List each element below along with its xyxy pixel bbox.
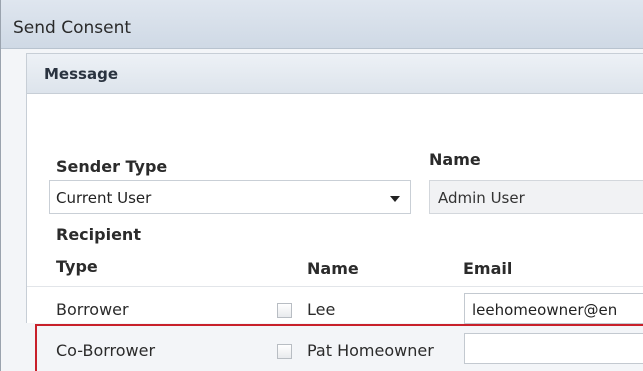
borrower-email-value: leehomeowner@en — [472, 301, 618, 319]
row-divider — [27, 286, 643, 287]
borrower-checkbox[interactable] — [277, 303, 292, 318]
message-section-title: Message — [44, 65, 118, 83]
borrower-email-input[interactable]: leehomeowner@en — [464, 293, 643, 324]
recipient-name-borrower: Lee — [307, 300, 336, 319]
recipient-type-borrower: Borrower — [56, 300, 129, 319]
recipient-type-label-line2: Type — [56, 257, 98, 276]
sender-type-value: Current User — [56, 189, 152, 207]
sender-name-field: Admin User — [429, 180, 643, 214]
sender-type-select[interactable]: Current User — [49, 180, 411, 214]
window-title: Send Consent — [13, 18, 132, 38]
recipient-name-header: Name — [307, 259, 359, 278]
recipient-type-label-line1: Recipient — [56, 225, 141, 244]
sender-name-value: Admin User — [438, 189, 525, 207]
name-label: Name — [429, 150, 481, 169]
chevron-down-icon[interactable] — [390, 196, 400, 202]
send-consent-window: Send Consent Message Sender Type Name Cu… — [0, 0, 643, 371]
message-section-header: Message — [27, 54, 643, 94]
title-bar: Send Consent — [1, 0, 643, 49]
highlight-box — [35, 324, 643, 371]
sender-type-label: Sender Type — [56, 157, 168, 176]
recipient-email-header: Email — [463, 259, 513, 278]
